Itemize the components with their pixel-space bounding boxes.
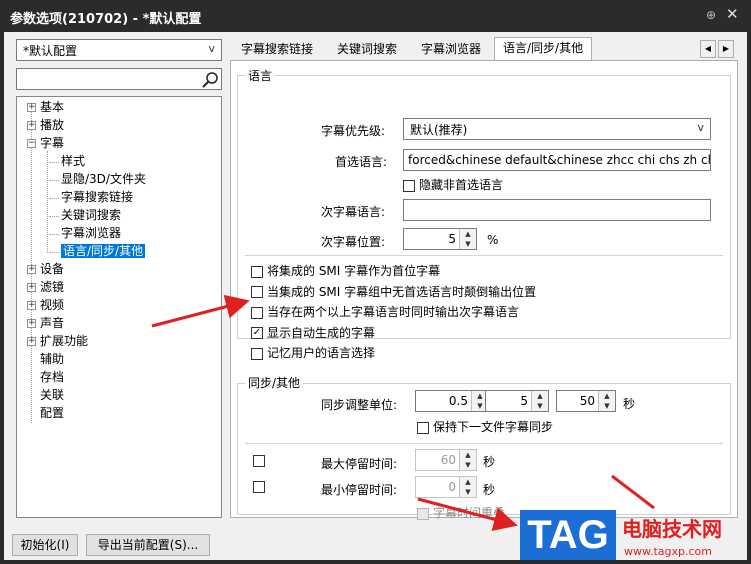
arrow-line-watermark [611,474,655,510]
watermark-url: www.tagxp.com [624,545,712,558]
arrow-to-auto-subtitle [151,294,250,328]
arrow-to-watermark [417,497,518,531]
watermark-site-name: 电脑技术网 [622,517,722,541]
tag-logo: TAG [520,510,616,560]
annotation-arrows [151,294,655,531]
